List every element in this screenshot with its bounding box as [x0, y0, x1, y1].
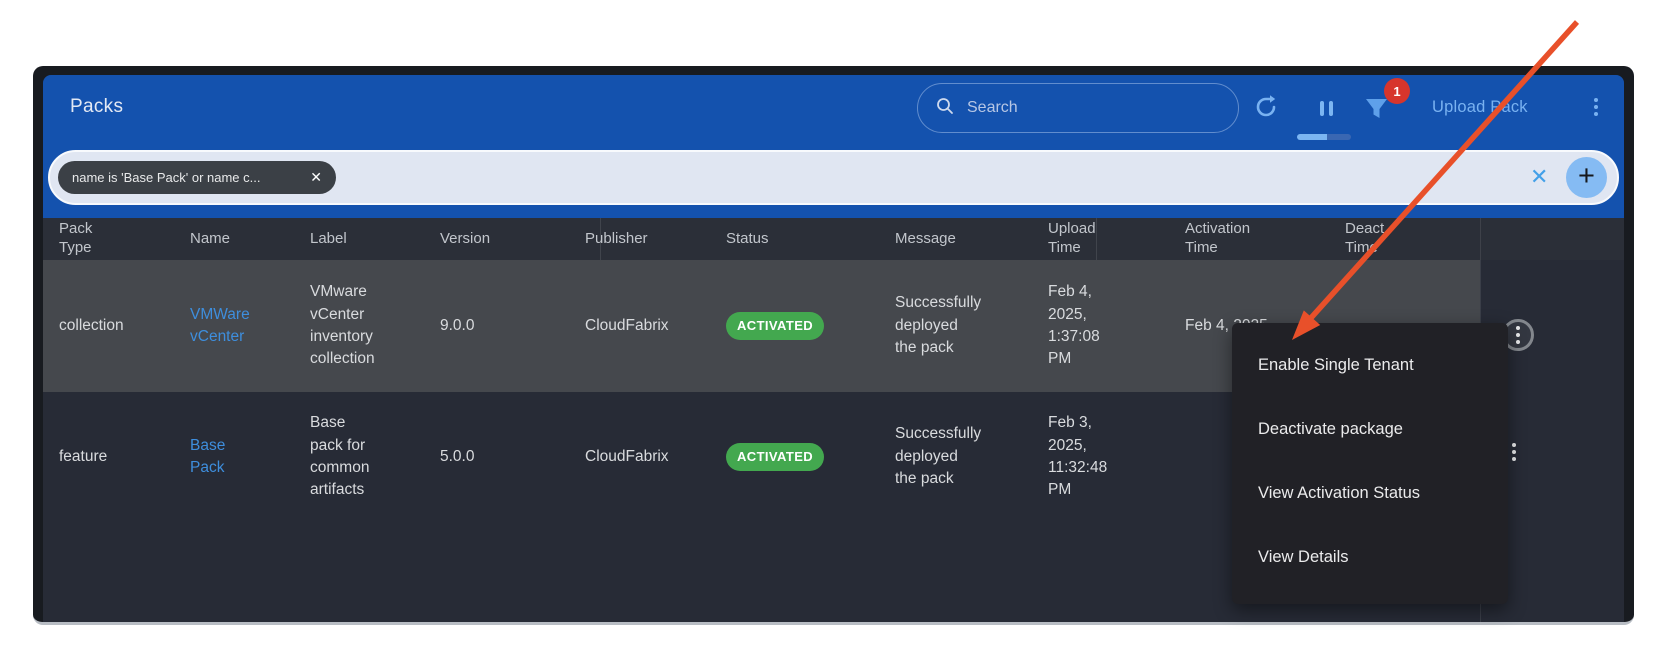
column-header-activation-time[interactable]: Activation Time — [1169, 220, 1329, 258]
menu-item-deactivate-package[interactable]: Deactivate package — [1232, 397, 1508, 461]
column-header-deact-time[interactable]: Deact Time — [1329, 220, 1480, 258]
cell-upload-time: Feb 4, 2025, 1:37:08 PM — [1048, 281, 1114, 371]
filter-chip-label: name is 'Base Pack' or name c... — [72, 170, 261, 185]
row-context-menu: Enable Single Tenant Deactivate package … — [1232, 323, 1508, 604]
page-title: Packs — [70, 96, 123, 118]
column-header-message[interactable]: Message — [879, 230, 1032, 249]
column-header-upload-time[interactable]: Upload Time — [1032, 220, 1169, 258]
upload-pack-button[interactable]: Upload Pack — [1432, 98, 1528, 117]
column-group-divider — [600, 218, 601, 260]
table-header-row: Pack Type Name Label Version Publisher S… — [43, 218, 1624, 260]
column-header-pack-type[interactable]: Pack Type — [43, 220, 174, 258]
column-header-status[interactable]: Status — [710, 230, 879, 249]
menu-item-view-activation-status[interactable]: View Activation Status — [1232, 461, 1508, 525]
cell-upload-time: Feb 3, 2025, 11:32:48 PM — [1048, 412, 1114, 502]
kebab-icon — [1594, 98, 1598, 116]
status-badge: ACTIVATED — [726, 443, 824, 472]
cell-message: Successfully deployed the pack — [895, 292, 983, 359]
cell-label: VMware vCenter inventory collection — [310, 281, 372, 371]
pack-name-link[interactable]: Base Pack — [190, 435, 254, 480]
clear-filters-icon[interactable]: ✕ — [1530, 164, 1548, 190]
header-more-menu-button[interactable] — [1594, 98, 1598, 116]
app-window: Packs — [33, 66, 1634, 625]
pause-live-updates-button[interactable] — [1320, 101, 1333, 116]
cell-message: Successfully deployed the pack — [895, 423, 983, 490]
chip-close-icon[interactable]: ✕ — [310, 169, 322, 186]
kebab-icon — [1512, 443, 1516, 461]
pause-icon — [1329, 101, 1333, 116]
pack-name-link[interactable]: VMWare vCenter — [190, 304, 254, 349]
cell-pack-type: collection — [43, 315, 174, 337]
menu-item-view-details[interactable]: View Details — [1232, 525, 1508, 589]
cell-version: 5.0.0 — [424, 446, 569, 468]
cell-label: Base pack for common artifacts — [310, 412, 372, 502]
search-box[interactable] — [917, 83, 1239, 133]
packs-panel: Packs — [43, 75, 1624, 622]
filter-count-badge: 1 — [1384, 78, 1410, 104]
status-badge: ACTIVATED — [726, 312, 824, 341]
cell-publisher: CloudFabrix — [569, 315, 710, 337]
kebab-icon — [1516, 326, 1520, 344]
cell-publisher: CloudFabrix — [569, 446, 710, 468]
cell-version: 9.0.0 — [424, 315, 569, 337]
cell-pack-type: feature — [43, 446, 174, 468]
add-filter-button[interactable]: + — [1566, 157, 1607, 198]
header-bar: Packs — [43, 75, 1624, 218]
refresh-button[interactable] — [1251, 92, 1281, 127]
column-header-version[interactable]: Version — [424, 230, 569, 249]
column-header-name[interactable]: Name — [174, 230, 294, 249]
search-icon — [936, 97, 954, 120]
column-header-publisher[interactable]: Publisher — [569, 230, 710, 249]
pause-icon — [1320, 101, 1324, 116]
filter-chip[interactable]: name is 'Base Pack' or name c... ✕ — [58, 161, 336, 194]
search-input[interactable] — [965, 98, 1199, 118]
pause-indicator-bar — [1297, 134, 1351, 140]
column-group-divider — [1096, 218, 1097, 260]
menu-item-enable-single-tenant[interactable]: Enable Single Tenant — [1232, 333, 1508, 397]
row-actions-button[interactable] — [1512, 443, 1516, 461]
column-header-label[interactable]: Label — [294, 230, 424, 249]
filter-pill-bar: name is 'Base Pack' or name c... ✕ ✕ + — [48, 150, 1619, 205]
filter-button[interactable] — [1363, 95, 1390, 127]
